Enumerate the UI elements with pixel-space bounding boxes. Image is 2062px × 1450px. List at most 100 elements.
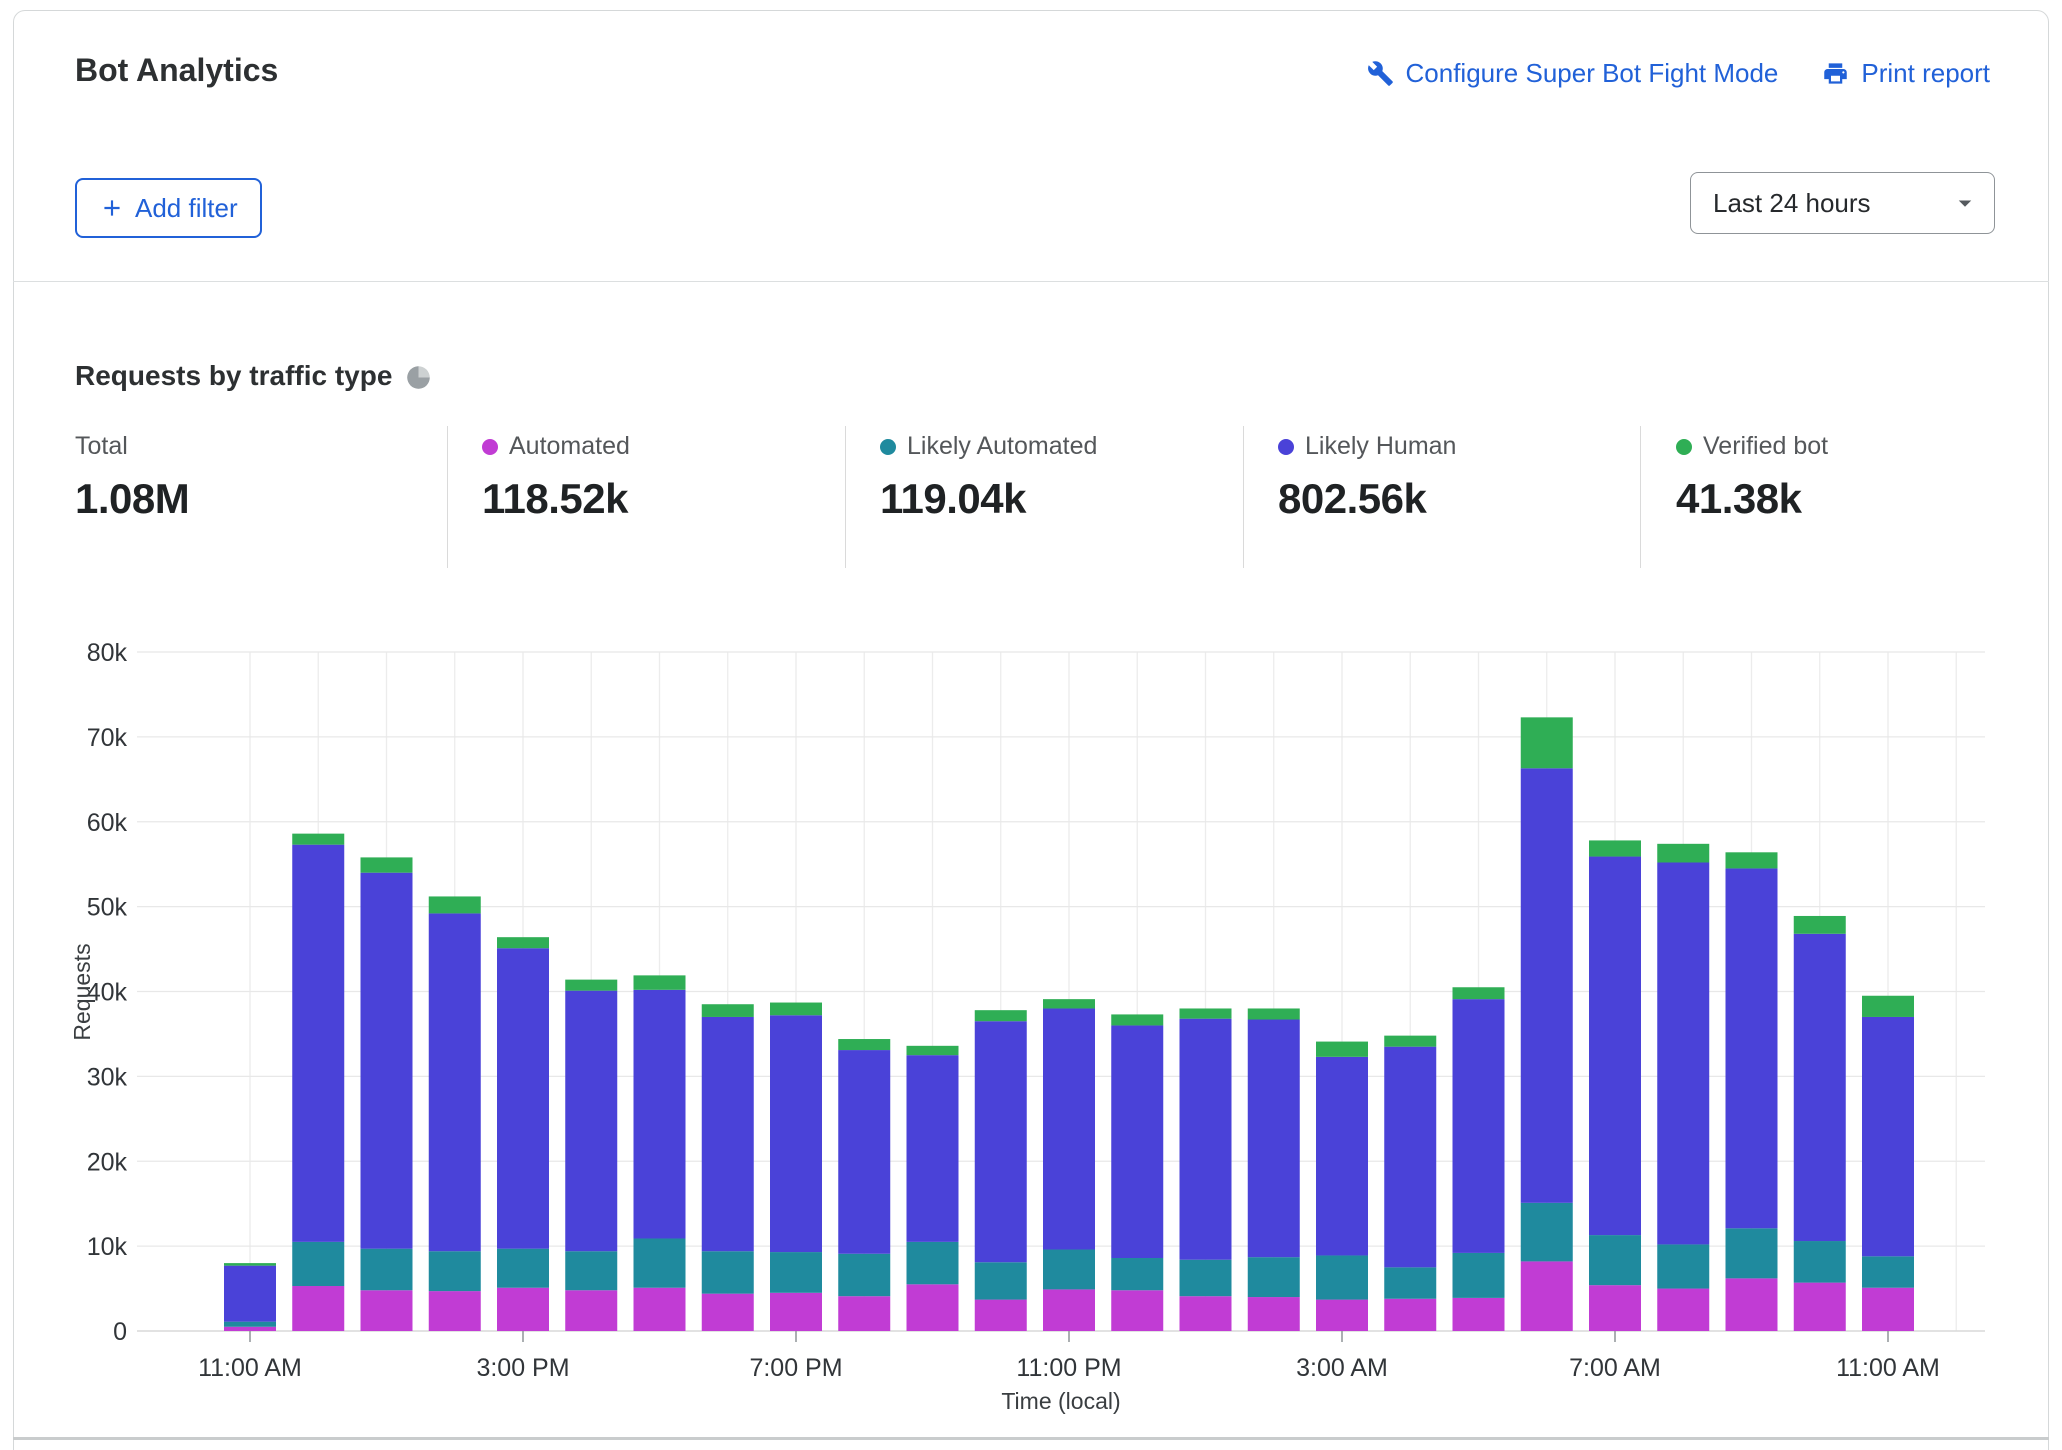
bar-segment-verified-bot: [1453, 987, 1505, 999]
header-actions: Configure Super Bot Fight Mode Print rep…: [1367, 58, 1990, 89]
bar-segment-automated: [702, 1294, 754, 1331]
bar-segment-verified-bot: [1657, 844, 1709, 863]
x-axis-tick-label: 7:00 PM: [749, 1354, 842, 1382]
y-axis-title: Requests: [69, 943, 95, 1040]
bar-segment-automated: [907, 1284, 959, 1331]
y-axis-tick-label: 60k: [87, 809, 128, 837]
bar-segment-likely-automated: [838, 1254, 890, 1296]
bar-segment-verified-bot: [224, 1263, 276, 1266]
bar-segment-likely-human: [1862, 1017, 1914, 1256]
bar-segment-automated: [975, 1300, 1027, 1331]
stat-divider: [1243, 426, 1244, 568]
bar-segment-likely-automated: [361, 1249, 413, 1291]
bar-segment-verified-bot: [907, 1046, 959, 1055]
bar-segment-likely-human: [1248, 1020, 1300, 1258]
bar-segment-likely-automated: [1316, 1255, 1368, 1299]
bar-segment-verified-bot: [770, 1003, 822, 1016]
bar-segment-verified-bot: [429, 896, 481, 913]
wrench-icon: [1367, 60, 1394, 87]
stat-automated-value: 118.52k: [482, 475, 630, 523]
stat-automated: Automated 118.52k: [482, 432, 630, 523]
bar-segment-automated: [838, 1296, 890, 1331]
bar-segment-verified-bot: [1316, 1042, 1368, 1057]
bar-segment-automated: [770, 1293, 822, 1331]
automated-dot: [482, 439, 498, 455]
bottom-section-divider: [13, 1437, 2049, 1440]
bar-segment-automated: [361, 1290, 413, 1331]
time-range-dropdown[interactable]: Last 24 hours: [1690, 172, 1995, 234]
bar-segment-likely-automated: [1657, 1244, 1709, 1288]
stat-divider: [1640, 426, 1641, 568]
bar-segment-likely-human: [1453, 999, 1505, 1253]
bar-segment-verified-bot: [975, 1010, 1027, 1021]
bar-segment-likely-automated: [1589, 1235, 1641, 1285]
bar-segment-likely-human: [1794, 934, 1846, 1241]
bar-segment-verified-bot: [497, 937, 549, 948]
bar-segment-likely-human: [361, 873, 413, 1249]
bar-segment-likely-human: [1180, 1019, 1232, 1260]
bar-segment-likely-automated: [1794, 1241, 1846, 1283]
stat-verified-bot: Verified bot 41.38k: [1676, 432, 1828, 523]
bar-segment-automated: [1862, 1288, 1914, 1331]
bar-segment-likely-automated: [1384, 1267, 1436, 1298]
bar-segment-verified-bot: [292, 834, 344, 845]
bar-segment-likely-human: [634, 990, 686, 1239]
bar-segment-automated: [292, 1286, 344, 1331]
configure-super-bot-fight-mode-link[interactable]: Configure Super Bot Fight Mode: [1367, 58, 1779, 89]
bar-segment-likely-human: [838, 1050, 890, 1254]
bar-segment-likely-human: [224, 1266, 276, 1322]
x-axis-tick-label: 3:00 AM: [1296, 1354, 1388, 1382]
bar-segment-likely-automated: [497, 1249, 549, 1288]
bar-segment-likely-human: [975, 1021, 1027, 1262]
bar-segment-likely-automated: [907, 1242, 959, 1284]
bar-segment-likely-automated: [975, 1262, 1027, 1299]
add-filter-button[interactable]: Add filter: [75, 178, 262, 238]
bar-segment-likely-automated: [1862, 1256, 1914, 1287]
bar-segment-automated: [497, 1288, 549, 1331]
bar-segment-likely-human: [1521, 768, 1573, 1203]
x-axis-tick-label: 7:00 AM: [1569, 1354, 1661, 1382]
page-title: Bot Analytics: [75, 52, 278, 89]
y-axis-tick-label: 70k: [87, 724, 128, 752]
stat-likely-automated: Likely Automated 119.04k: [880, 432, 1097, 523]
requests-by-traffic-type-chart: 010k20k30k40k50k60k70k80k11:00 AM3:00 PM…: [0, 600, 2062, 1450]
bar-segment-automated: [1589, 1285, 1641, 1331]
bar-segment-verified-bot: [1180, 1008, 1232, 1018]
bar-segment-automated: [1111, 1290, 1163, 1331]
bar-segment-verified-bot: [1521, 717, 1573, 768]
bar-segment-automated: [1453, 1298, 1505, 1331]
x-axis-tick-label: 3:00 PM: [476, 1354, 569, 1382]
bar-segment-automated: [1384, 1299, 1436, 1331]
y-axis-tick-label: 50k: [87, 894, 128, 922]
x-axis-tick-label: 11:00 AM: [1836, 1354, 1940, 1382]
bar-segment-likely-automated: [292, 1242, 344, 1286]
bar-segment-likely-automated: [1726, 1228, 1778, 1278]
y-axis-tick-label: 20k: [87, 1148, 128, 1176]
bar-segment-automated: [1180, 1296, 1232, 1331]
bar-segment-likely-automated: [634, 1238, 686, 1287]
stat-divider: [845, 426, 846, 568]
bar-segment-likely-automated: [1180, 1260, 1232, 1296]
bar-segment-likely-human: [292, 845, 344, 1242]
bar-segment-likely-automated: [702, 1251, 754, 1293]
verified-bot-dot: [1676, 439, 1692, 455]
bot-analytics-page: Bot Analytics Configure Super Bot Fight …: [0, 0, 2062, 1450]
bar-segment-likely-human: [1726, 868, 1778, 1228]
stat-total: Total 1.08M: [75, 432, 189, 523]
section-title: Requests by traffic type: [75, 360, 431, 392]
bar-segment-automated: [1043, 1289, 1095, 1331]
bar-segment-verified-bot: [1726, 852, 1778, 868]
header-divider: [13, 281, 2049, 282]
bar-segment-likely-automated: [1043, 1250, 1095, 1290]
bar-segment-likely-automated: [1248, 1257, 1300, 1297]
bar-segment-automated: [634, 1288, 686, 1331]
bar-segment-verified-bot: [1043, 999, 1095, 1008]
bar-segment-likely-human: [1316, 1057, 1368, 1256]
bar-segment-likely-human: [1111, 1025, 1163, 1258]
bar-segment-likely-human: [1043, 1008, 1095, 1249]
bar-segment-verified-bot: [1384, 1036, 1436, 1047]
bar-segment-likely-human: [770, 1015, 822, 1252]
x-axis-title: Time (local): [1001, 1388, 1120, 1414]
print-report-link[interactable]: Print report: [1822, 58, 1990, 89]
bar-segment-automated: [1521, 1261, 1573, 1331]
